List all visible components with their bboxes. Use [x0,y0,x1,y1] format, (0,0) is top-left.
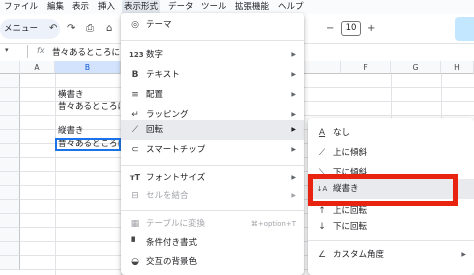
column-header-f[interactable]: F [341,61,391,74]
column-header-g[interactable]: G [391,61,441,74]
shortcut-label: ⌘+option+T [250,220,296,228]
menu-item-smart-chips[interactable]: ⊂ スマートチップ ▶ [121,140,304,160]
submenu-arrow-icon: ▶ [291,126,296,133]
minus-icon[interactable]: − [326,19,334,39]
submenu-arrow-icon: ▶ [291,71,296,78]
grid-line [55,74,56,275]
bold-icon: B [131,70,139,80]
row-header[interactable] [0,186,20,200]
merge-icon: ⊟ [131,191,139,201]
menu-help[interactable]: ヘルプ [278,0,304,14]
column-header-a[interactable]: A [20,61,55,74]
align-icon: ≡ [131,90,139,100]
cell-b4[interactable]: 昔々あるところに [58,100,126,114]
font-size-value: 10 [345,23,357,33]
menu-view[interactable]: 表示 [72,0,89,14]
select-all-corner[interactable] [0,61,20,74]
row-header[interactable] [0,116,20,130]
submenu-arrow-icon: ▶ [291,51,296,58]
undo-icon[interactable]: ↶ [49,19,57,39]
submenu-arrow-icon: ▶ [291,91,296,98]
row-header[interactable] [0,256,20,270]
submenu-arrow-icon: ▶ [291,174,296,181]
row-header[interactable] [0,242,20,256]
menu-divider [308,240,474,241]
menu-file[interactable]: ファイル [4,0,38,14]
alternating-colors-icon: ◒ [131,257,139,267]
row-header[interactable] [0,144,20,158]
row-header[interactable] [0,88,20,102]
palette-icon: ◎ [131,20,139,30]
menu-format[interactable]: 表示形式 [122,0,161,14]
menu-insert[interactable]: 挿入 [98,0,115,14]
fx-icon: fx [37,46,45,55]
submenu-arrow-icon: ▶ [291,146,296,153]
row-header[interactable] [0,228,20,242]
conditional-format-icon: ▘ [131,238,139,248]
share-button[interactable] [455,17,474,41]
selected-cell-border [55,138,121,151]
menu-tools[interactable]: ツール [201,0,227,14]
formula-input[interactable]: 昔々あるところに [52,46,120,58]
plus-icon[interactable]: + [367,19,375,39]
column-header-h[interactable]: H [441,61,474,74]
row-header[interactable] [0,200,20,214]
print-icon[interactable]: ⎙ [86,19,94,39]
rotation-custom-angle[interactable]: ∠ カスタム角度 ▶ [308,245,474,265]
row-header[interactable] [0,102,20,116]
menu-item-alternating-colors[interactable]: ◒ 交互の背景色 [121,252,304,272]
font-size-icon: тT [129,173,141,182]
menu-divider [121,210,304,211]
menus-label: メニュー [4,24,39,34]
no-rotation-icon: A [318,128,326,138]
menu-divider [121,165,304,166]
menu-item-alignment[interactable]: ≡ 配置 ▶ [121,85,304,105]
smart-chip-icon: ⊂ [131,145,139,155]
menu-extensions[interactable]: 拡張機能 [235,0,269,14]
font-size-field[interactable]: 10 [341,21,361,36]
row-header[interactable] [0,130,20,144]
redo-icon[interactable]: ↷ [67,19,75,39]
rotate-down-icon: ↓ [318,222,326,232]
menu-item-text[interactable]: B テキスト ▶ [121,65,304,85]
format-menu: ◎ テーマ 123 数字 ▶ B テキスト ▶ ≡ 配置 ▶ ↵ ラッピング ▶… [121,13,304,275]
custom-angle-icon: ∠ [317,250,327,260]
highlight-box [308,174,458,206]
formula-divider [27,45,28,58]
row-header[interactable] [0,158,20,172]
tilt-up-icon: ⟋ [318,148,326,158]
menu-item-convert-to-table: ▦ テーブルに変換 ⌘+option+T [121,214,304,234]
number-format-icon: 123 [129,51,144,59]
rotation-rotate-down[interactable]: ↓ 下に回転 [308,217,474,237]
cell-b6[interactable]: 縦書き [58,124,84,138]
menu-bar: ファイル 編集 表示 挿入 表示形式 データ ツール 拡張機能 ヘルプ [0,0,474,14]
row-header[interactable] [0,214,20,228]
submenu-arrow-icon: ▶ [461,251,466,258]
menu-item-rotation[interactable]: ⟋ 回転 ▶ [121,120,304,140]
rotate-icon: ⟋ [131,125,139,135]
rotation-tilt-up[interactable]: ⟋ 上に傾斜 [308,143,474,163]
paint-format-icon[interactable]: ⌂ [106,19,112,39]
menu-item-theme[interactable]: ◎ テーマ [121,15,304,35]
menu-divider [121,40,304,41]
menu-item-font-size[interactable]: тT フォントサイズ ▶ [121,168,304,188]
menu-item-number[interactable]: 123 数字 ▶ [121,45,304,65]
menu-edit[interactable]: 編集 [47,0,64,14]
row-header[interactable] [0,172,20,186]
menu-item-merge-cells: ⊟ セルを結合 ▶ [121,186,304,206]
menu-data[interactable]: データ [168,0,194,14]
row-header[interactable] [0,74,20,88]
submenu-arrow-icon: ▶ [291,192,296,199]
column-header-b[interactable]: B [55,61,121,74]
menu-item-conditional-formatting[interactable]: ▘ 条件付き書式 [121,233,304,253]
rotation-none[interactable]: A なし [308,123,474,143]
dropdown-icon[interactable]: ▾ [5,46,9,54]
table-icon: ▦ [130,219,140,229]
